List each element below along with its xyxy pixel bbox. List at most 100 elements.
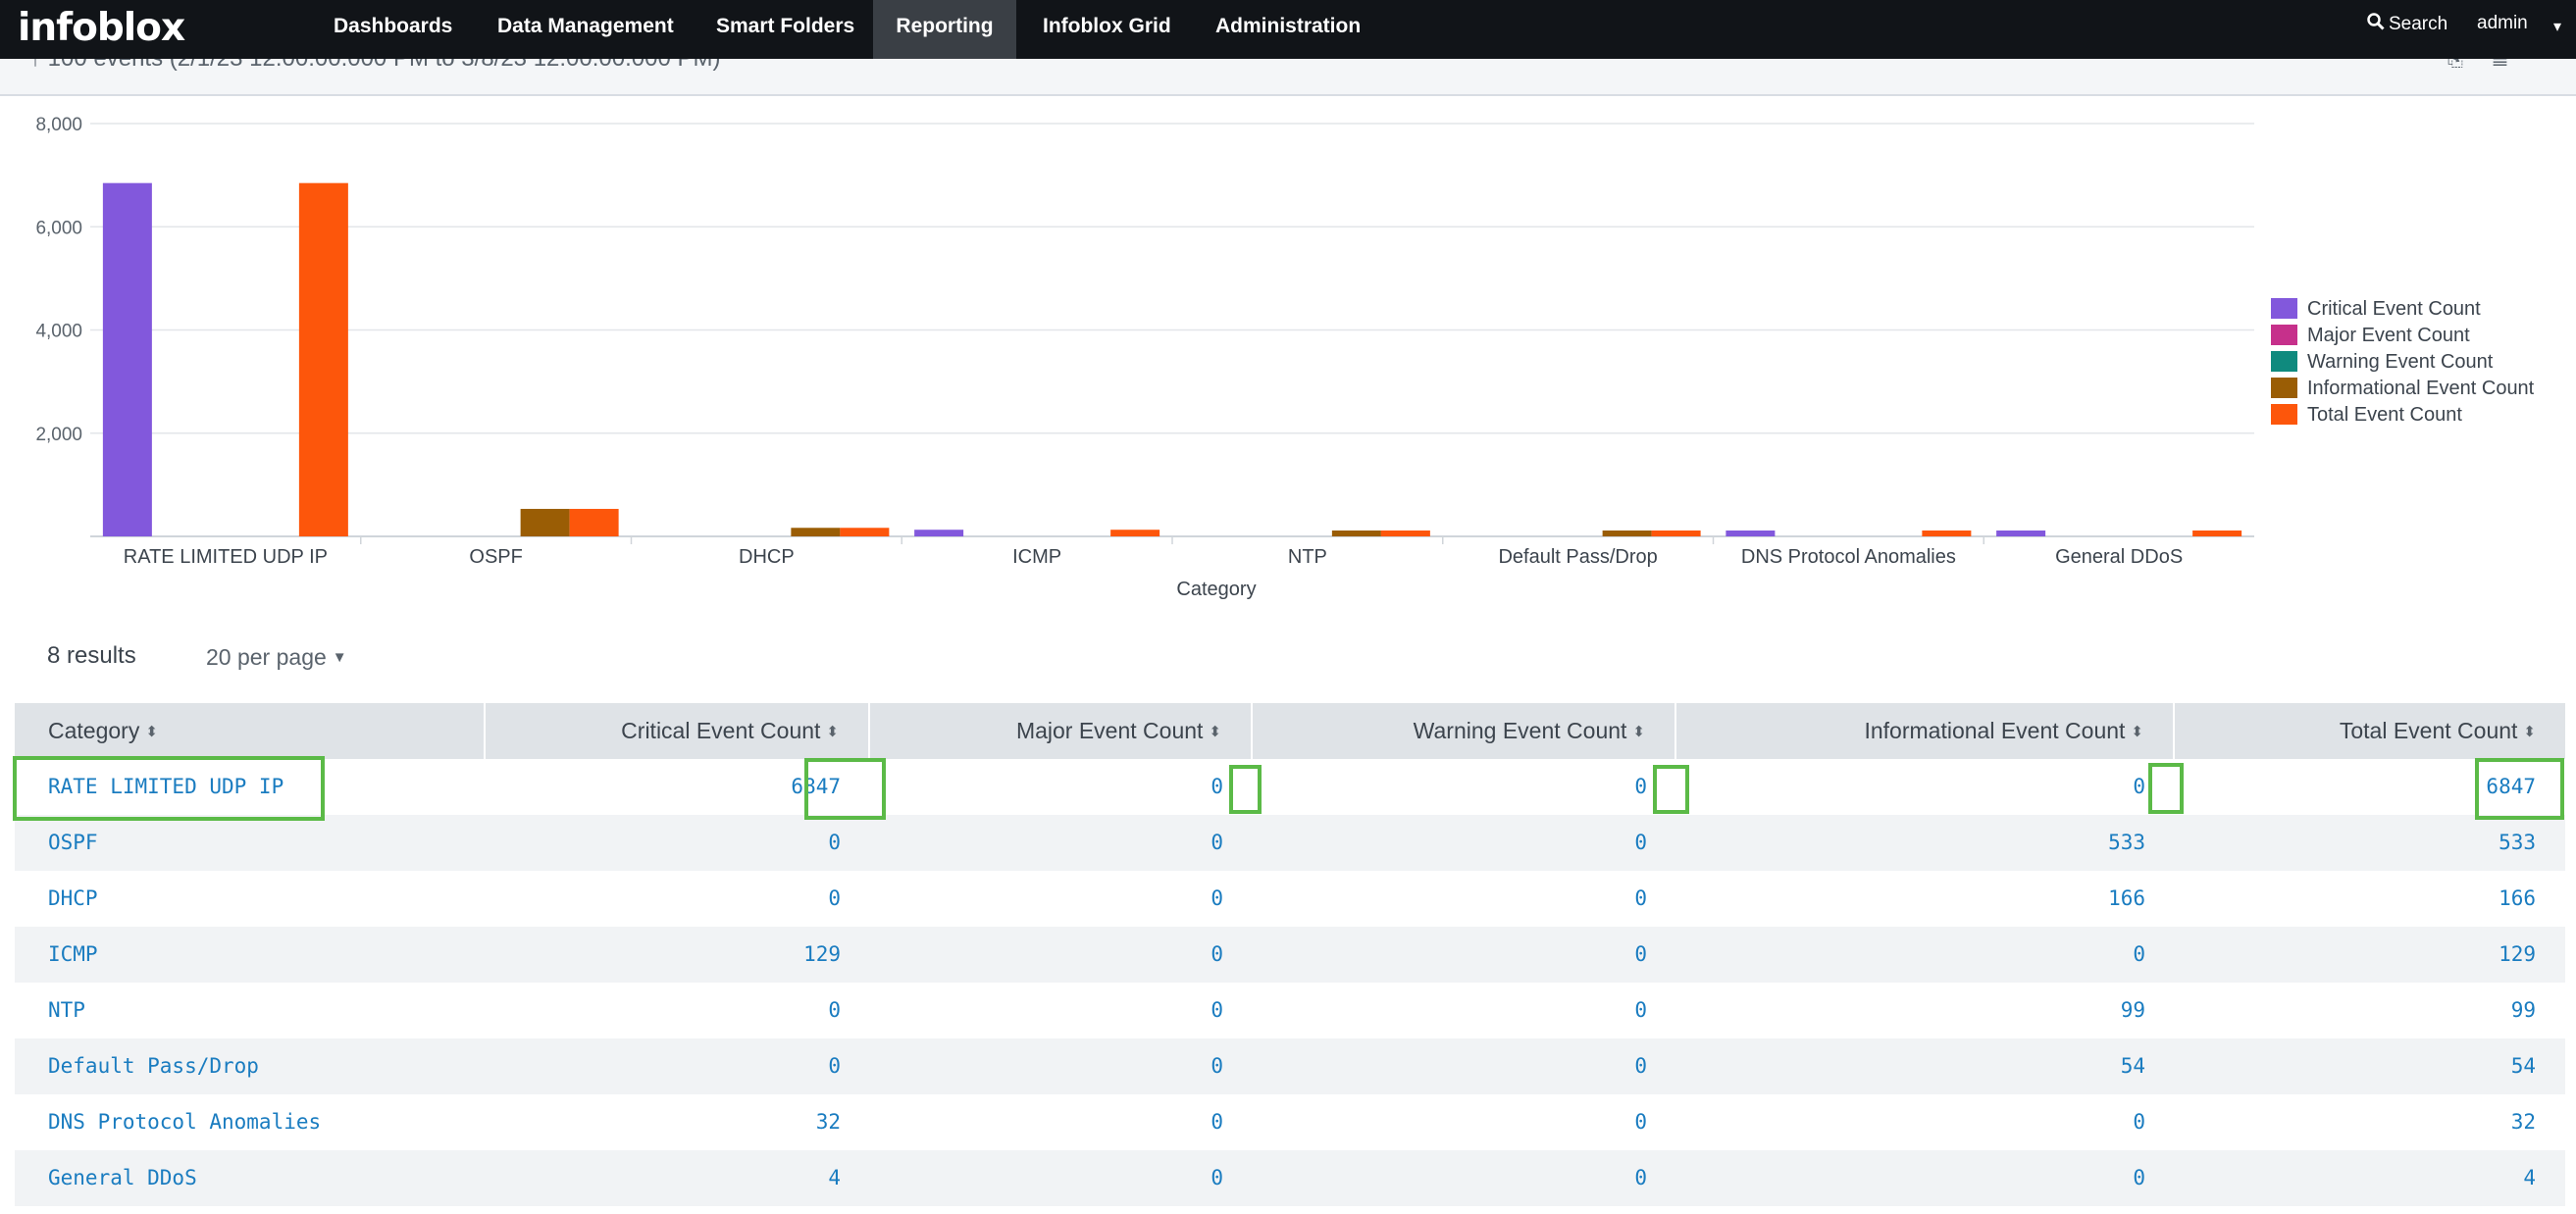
- sort-icon[interactable]: ⬍: [145, 724, 158, 740]
- nav-dashboards[interactable]: Dashboards: [334, 0, 452, 59]
- legend-item[interactable]: Critical Event Count: [2271, 296, 2534, 323]
- cell-major[interactable]: 0: [870, 927, 1253, 983]
- sort-icon[interactable]: ⬍: [2523, 724, 2536, 740]
- legend-item[interactable]: Major Event Count: [2271, 323, 2534, 349]
- cell-major[interactable]: 0: [870, 759, 1253, 815]
- cell-category[interactable]: General DDoS: [15, 1150, 486, 1206]
- per-page-dropdown[interactable]: 20 per page ▼: [206, 644, 347, 671]
- legend-item[interactable]: Total Event Count: [2271, 402, 2534, 429]
- cell-total[interactable]: 99: [2175, 983, 2565, 1038]
- chart-bar: [1602, 531, 1652, 536]
- cell-category[interactable]: Default Pass/Drop: [15, 1038, 486, 1094]
- legend-swatch: [2271, 351, 2297, 372]
- cell-warning[interactable]: 0: [1253, 759, 1676, 815]
- legend-item[interactable]: Informational Event Count: [2271, 376, 2534, 402]
- cell-major[interactable]: 0: [870, 983, 1253, 1038]
- cell-critical[interactable]: 129: [486, 927, 870, 983]
- event-summary-text: ↑ 100 events (2/1/23 12:00:00.000 PM to …: [29, 59, 720, 73]
- cell-total[interactable]: 166: [2175, 871, 2565, 927]
- sort-icon[interactable]: ⬍: [1632, 724, 1645, 740]
- cell-critical[interactable]: 0: [486, 871, 870, 927]
- table-header: Category ⬍ Critical Event Count ⬍ Major Ev…: [15, 703, 2565, 759]
- cell-warning[interactable]: 0: [1253, 1038, 1676, 1094]
- table-row: NTP 0 0 0 99 99: [15, 983, 2565, 1038]
- sort-icon[interactable]: ⬍: [826, 724, 839, 740]
- cell-category[interactable]: OSPF: [15, 815, 486, 871]
- y-tick-label: 8,000: [35, 115, 82, 135]
- highlight-box: [13, 756, 325, 821]
- cell-informational[interactable]: 533: [1676, 815, 2175, 871]
- export-icon[interactable]: ⎘: [2447, 59, 2493, 71]
- sort-icon[interactable]: ⬍: [2131, 724, 2143, 740]
- legend-item[interactable]: Warning Event Count: [2271, 349, 2534, 376]
- nav-reporting[interactable]: Reporting: [873, 0, 1016, 59]
- cell-warning[interactable]: 0: [1253, 927, 1676, 983]
- x-tick-label: DNS Protocol Anomalies: [1741, 546, 1956, 568]
- nav-administration[interactable]: Administration: [1215, 0, 1361, 59]
- table-row: ICMP 129 0 0 0 129: [15, 927, 2565, 983]
- cell-warning[interactable]: 0: [1253, 1094, 1676, 1150]
- cell-major[interactable]: 0: [870, 871, 1253, 927]
- cell-informational[interactable]: 166: [1676, 871, 2175, 927]
- cell-warning[interactable]: 0: [1253, 815, 1676, 871]
- column-header-warning[interactable]: Warning Event Count ⬍: [1253, 703, 1676, 759]
- x-tick-label: RATE LIMITED UDP IP: [124, 546, 328, 568]
- cell-critical[interactable]: 0: [486, 815, 870, 871]
- cell-informational[interactable]: 0: [1676, 1094, 2175, 1150]
- nav-smart-folders[interactable]: Smart Folders: [716, 0, 854, 59]
- legend-label: Major Event Count: [2307, 325, 2470, 346]
- cell-total[interactable]: 4: [2175, 1150, 2565, 1206]
- cell-total[interactable]: 533: [2175, 815, 2565, 871]
- cell-informational[interactable]: 99: [1676, 983, 2175, 1038]
- legend-label: Total Event Count: [2307, 404, 2462, 426]
- cell-informational[interactable]: 0: [1676, 927, 2175, 983]
- cell-total[interactable]: 54: [2175, 1038, 2565, 1094]
- nav-infoblox-grid[interactable]: Infoblox Grid: [1043, 0, 1171, 59]
- cell-category[interactable]: NTP: [15, 983, 486, 1038]
- search-summary-bar: ↑ 100 events (2/1/23 12:00:00.000 PM to …: [0, 59, 2576, 96]
- column-header-label: Major Event Count: [1015, 718, 1204, 743]
- cell-informational[interactable]: 0: [1676, 759, 2175, 815]
- cell-critical[interactable]: 0: [486, 983, 870, 1038]
- cell-total[interactable]: 129: [2175, 927, 2565, 983]
- cell-major[interactable]: 0: [870, 815, 1253, 871]
- cell-major[interactable]: 0: [870, 1094, 1253, 1150]
- per-page-label: 20 per page: [206, 644, 327, 670]
- cell-critical[interactable]: 0: [486, 1038, 870, 1094]
- cell-total[interactable]: 32: [2175, 1094, 2565, 1150]
- table-row: Default Pass/Drop 0 0 0 54 54: [15, 1038, 2565, 1094]
- cell-major[interactable]: 0: [870, 1038, 1253, 1094]
- column-header-major[interactable]: Major Event Count ⬍: [870, 703, 1253, 759]
- column-header-label: Informational Event Count: [1864, 718, 2126, 743]
- nav-data-management[interactable]: Data Management: [497, 0, 674, 59]
- chart-bar: [102, 182, 152, 536]
- x-tick-label: DHCP: [739, 546, 795, 568]
- column-header-critical[interactable]: Critical Event Count ⬍: [486, 703, 870, 759]
- x-tick-label: General DDoS: [2055, 546, 2183, 568]
- cell-major[interactable]: 0: [870, 1150, 1253, 1206]
- cell-warning[interactable]: 0: [1253, 871, 1676, 927]
- column-header-informational[interactable]: Informational Event Count ⬍: [1676, 703, 2175, 759]
- highlight-box: [1653, 765, 1689, 814]
- legend-swatch: [2271, 404, 2297, 425]
- chevron-down-icon[interactable]: ▾: [2553, 17, 2561, 36]
- user-menu[interactable]: admin: [2477, 13, 2528, 34]
- column-header-total[interactable]: Total Event Count ⬍: [2175, 703, 2565, 759]
- search-button[interactable]: Search: [2367, 13, 2447, 36]
- infoblox-logo[interactable]: infoblox: [18, 6, 185, 50]
- cell-informational[interactable]: 0: [1676, 1150, 2175, 1206]
- table-row: DHCP 0 0 0 166 166: [15, 871, 2565, 927]
- cell-category[interactable]: DNS Protocol Anomalies: [15, 1094, 486, 1150]
- cell-informational[interactable]: 54: [1676, 1038, 2175, 1094]
- cell-warning[interactable]: 0: [1253, 983, 1676, 1038]
- chart-bar: [1110, 530, 1160, 536]
- cell-critical[interactable]: 32: [486, 1094, 870, 1150]
- cell-warning[interactable]: 0: [1253, 1150, 1676, 1206]
- cell-category[interactable]: ICMP: [15, 927, 486, 983]
- sort-icon[interactable]: ⬍: [1209, 724, 1221, 740]
- menu-icon[interactable]: ☰: [2493, 59, 2537, 71]
- cell-critical[interactable]: 4: [486, 1150, 870, 1206]
- cell-category[interactable]: DHCP: [15, 871, 486, 927]
- column-header-label: Critical Event Count: [621, 718, 821, 743]
- column-header-category[interactable]: Category ⬍: [15, 703, 486, 759]
